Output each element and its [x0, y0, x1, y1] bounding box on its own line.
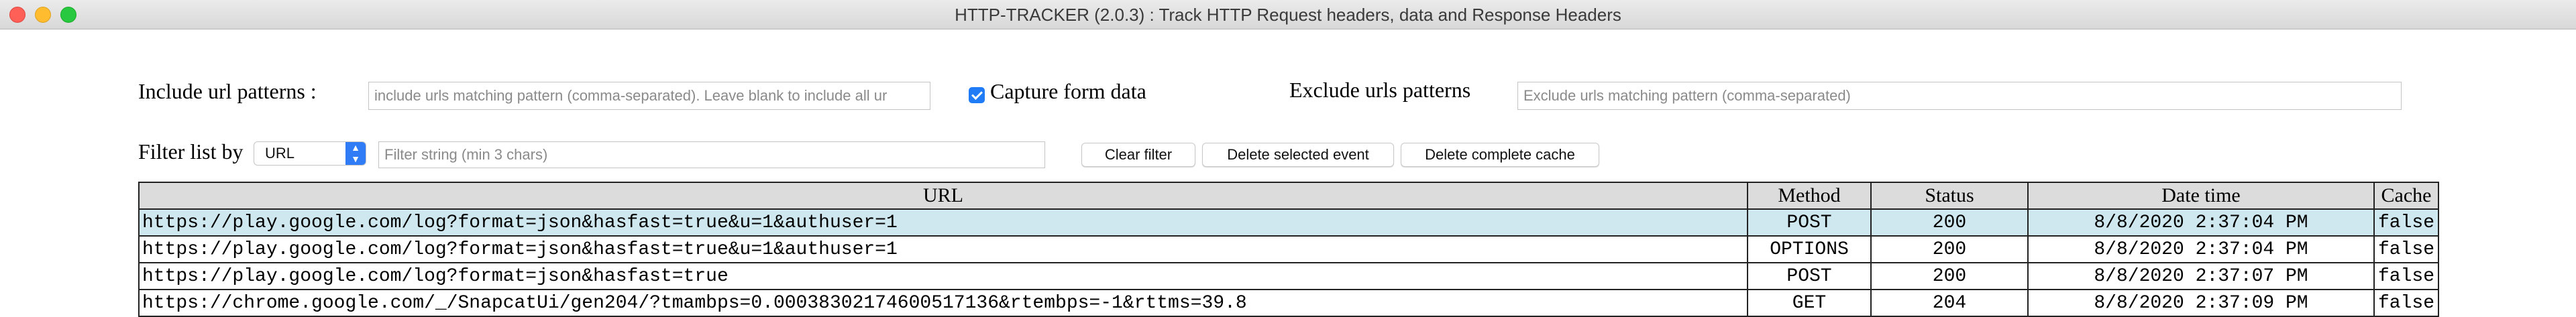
- cell-cache: false: [2373, 208, 2439, 237]
- cell-url: https://play.google.com/log?format=json&…: [138, 235, 1748, 263]
- cell-method: POST: [1747, 262, 1872, 290]
- table-row[interactable]: https://play.google.com/log?format=json&…: [138, 235, 2439, 263]
- window-title: HTTP-TRACKER (2.0.3) : Track HTTP Reques…: [955, 5, 1621, 25]
- requests-table: URL Method Status Date time Cache https:…: [138, 182, 2439, 317]
- filter-by-select[interactable]: URL ▲ ▼: [254, 141, 366, 166]
- cell-url: https://play.google.com/log?format=json&…: [138, 262, 1748, 290]
- column-header-status[interactable]: Status: [1870, 182, 2029, 210]
- cell-datetime: 8/8/2020 2:37:04 PM: [2027, 208, 2375, 237]
- column-header-cache[interactable]: Cache: [2373, 182, 2439, 210]
- capture-form-data-checkbox[interactable]: [969, 87, 985, 103]
- cell-status: 200: [1870, 235, 2029, 263]
- table-row[interactable]: https://chrome.google.com/_/SnapcatUi/ge…: [138, 289, 2439, 317]
- cell-url: https://play.google.com/log?format=json&…: [138, 208, 1748, 237]
- capture-form-data-label: Capture form data: [990, 79, 1146, 103]
- cell-datetime: 8/8/2020 2:37:04 PM: [2027, 235, 2375, 263]
- filter-string-input[interactable]: [378, 141, 1045, 168]
- cell-url: https://chrome.google.com/_/SnapcatUi/ge…: [138, 289, 1748, 317]
- cell-datetime: 8/8/2020 2:37:09 PM: [2027, 289, 2375, 317]
- delete-complete-cache-button[interactable]: Delete complete cache: [1401, 143, 1599, 167]
- chevron-up-down-icon: ▲ ▼: [345, 142, 366, 165]
- cell-cache: false: [2373, 289, 2439, 317]
- include-patterns-input[interactable]: [368, 82, 930, 110]
- cell-status: 200: [1870, 208, 2029, 237]
- clear-filter-button[interactable]: Clear filter: [1081, 143, 1195, 167]
- delete-selected-event-button[interactable]: Delete selected event: [1202, 143, 1394, 167]
- exclude-label: Exclude urls patterns: [1289, 78, 1471, 102]
- cell-cache: false: [2373, 235, 2439, 263]
- table-row[interactable]: https://play.google.com/log?format=json&…: [138, 208, 2439, 237]
- cell-status: 204: [1870, 289, 2029, 317]
- include-label: Include url patterns :: [138, 79, 317, 103]
- cell-method: GET: [1747, 289, 1872, 317]
- column-header-method[interactable]: Method: [1747, 182, 1872, 210]
- exclude-patterns-input[interactable]: [1517, 82, 2402, 110]
- cell-cache: false: [2373, 262, 2439, 290]
- filter-by-value: URL: [265, 145, 295, 162]
- cell-method: OPTIONS: [1747, 235, 1872, 263]
- table-row[interactable]: https://play.google.com/log?format=json&…: [138, 262, 2439, 290]
- cell-datetime: 8/8/2020 2:37:07 PM: [2027, 262, 2375, 290]
- column-header-url[interactable]: URL: [138, 182, 1748, 210]
- column-header-datetime[interactable]: Date time: [2027, 182, 2375, 210]
- cell-method: POST: [1747, 208, 1872, 237]
- filter-label: Filter list by: [138, 139, 244, 164]
- table-header-row: URL Method Status Date time Cache: [138, 182, 2439, 210]
- title-bar: HTTP-TRACKER (2.0.3) : Track HTTP Reques…: [0, 0, 2576, 29]
- cell-status: 200: [1870, 262, 2029, 290]
